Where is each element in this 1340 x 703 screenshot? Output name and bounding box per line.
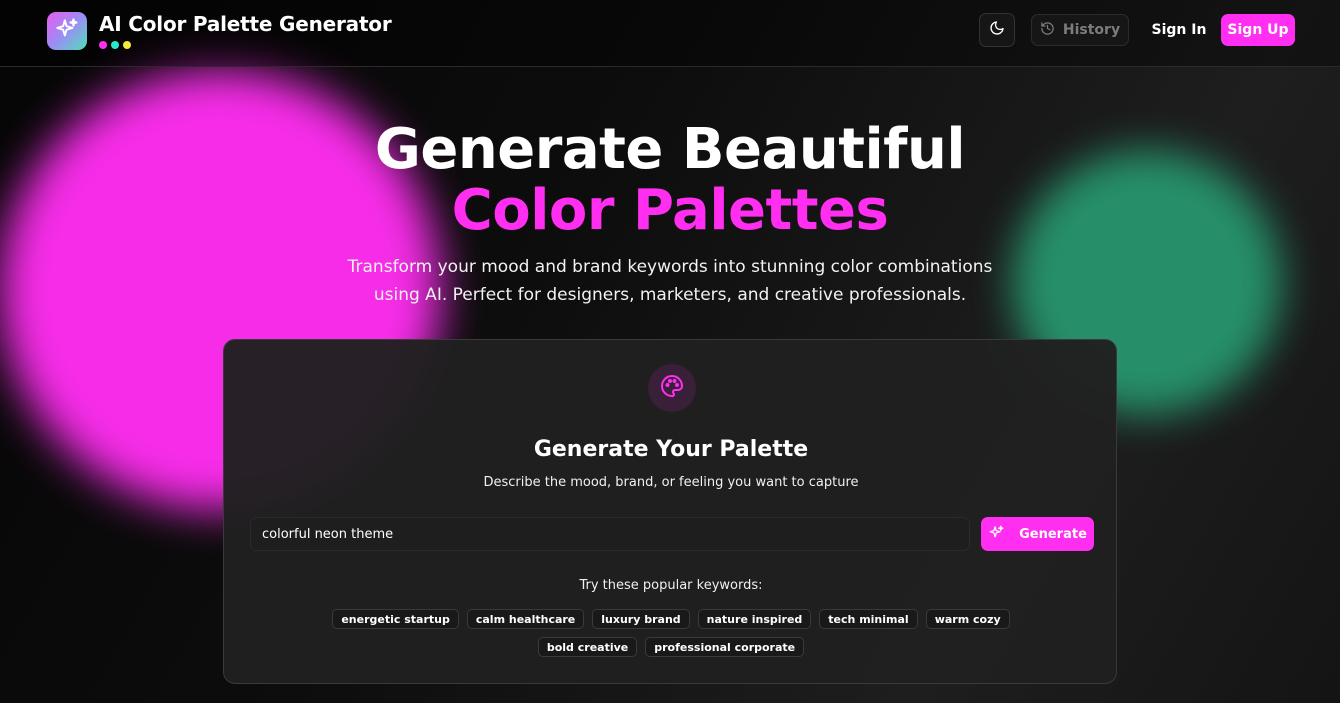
keyword-chip[interactable]: calm healthcare (466, 609, 585, 629)
card-title: Generate Your Palette (533, 437, 809, 462)
palette-icon (660, 374, 684, 402)
sparkles-icon (54, 16, 80, 46)
keyword-chip[interactable]: nature inspired (697, 609, 812, 629)
keyword-chip[interactable]: luxury brand (592, 609, 690, 629)
brand-dot (111, 41, 119, 49)
hero-heading-line2: Color Palettes (451, 178, 889, 243)
sign-in-button[interactable]: Sign In (1150, 14, 1208, 46)
sign-up-button[interactable]: Sign Up (1221, 14, 1295, 46)
app-title: AI Color Palette Generator (99, 12, 392, 36)
brand-dots (99, 41, 131, 49)
keyword-chip[interactable]: professional corporate (645, 637, 805, 657)
keyword-chip[interactable]: tech minimal (819, 609, 918, 629)
hero-subtitle: Transform your mood and brand keywords i… (347, 257, 993, 305)
app-logo[interactable] (47, 12, 87, 50)
keyword-chip[interactable]: energetic startup (332, 609, 459, 629)
keywords-label: Try these popular keywords: (579, 578, 763, 593)
brand-dot (123, 41, 131, 49)
history-icon (1040, 21, 1055, 40)
keyword-input[interactable] (250, 517, 970, 551)
generate-button[interactable]: Generate (981, 517, 1094, 551)
hero-heading-line1: Generate Beautiful (374, 117, 966, 182)
sparkles-icon (988, 524, 1005, 545)
brand-dot (99, 41, 107, 49)
theme-toggle-button[interactable] (979, 13, 1015, 47)
moon-icon (989, 20, 1005, 40)
keyword-chip[interactable]: warm cozy (925, 609, 1010, 629)
history-button[interactable]: History (1031, 14, 1129, 46)
generate-label: Generate (1019, 526, 1087, 542)
card-subtitle: Describe the mood, brand, or feeling you… (483, 475, 859, 490)
palette-generator-card: Generate Your Palette Describe the mood,… (223, 339, 1117, 684)
history-label: History (1062, 22, 1121, 38)
keyword-chip[interactable]: bold creative (537, 637, 638, 657)
keyword-chip-list: energetic startup calm healthcare luxury… (314, 609, 1028, 657)
palette-icon-badge (648, 364, 696, 412)
top-navbar: AI Color Palette Generator History Sign … (0, 0, 1340, 67)
